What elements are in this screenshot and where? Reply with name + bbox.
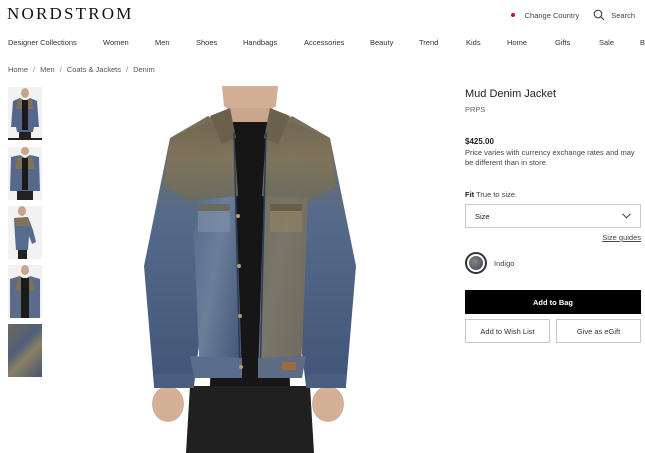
add-to-wishlist-button[interactable]: Add to Wish List — [465, 319, 550, 343]
change-country-link[interactable]: Change Country — [525, 11, 580, 20]
jacket-thumbnail-image — [8, 265, 42, 318]
main-product-image[interactable] — [130, 86, 370, 453]
jacket-thumbnail-image — [8, 87, 42, 138]
fit-info: Fit True to size. — [465, 190, 641, 199]
nav-item-beauty[interactable]: Beauty — [370, 38, 393, 47]
size-dropdown[interactable]: Size — [465, 204, 641, 228]
nav-item-women[interactable]: Women — [103, 38, 129, 47]
nav-item-shoes[interactable]: Shoes — [196, 38, 217, 47]
nav-item-men[interactable]: Men — [155, 38, 170, 47]
jacket-thumbnail-image — [8, 206, 42, 259]
nav-item-kids[interactable]: Kids — [466, 38, 481, 47]
main-navigation: Designer Collections Women Men Shoes Han… — [0, 38, 645, 50]
nav-item-accessories[interactable]: Accessories — [304, 38, 344, 47]
breadcrumb: Home / Men / Coats & Jackets / Denim — [8, 65, 155, 74]
mud-denim-jacket-image — [130, 86, 370, 453]
size-guides-link[interactable]: Size guides — [465, 233, 641, 242]
color-swatch-indigo[interactable] — [465, 252, 487, 274]
nav-item-handbags[interactable]: Handbags — [243, 38, 277, 47]
add-to-bag-button[interactable]: Add to Bag — [465, 290, 641, 314]
breadcrumb-home[interactable]: Home — [8, 65, 28, 74]
jacket-thumbnail-image — [8, 147, 42, 200]
search-icon[interactable] — [593, 9, 605, 21]
breadcrumb-separator: / — [126, 65, 129, 74]
breadcrumb-separator: / — [59, 65, 62, 74]
country-flag-icon — [510, 13, 515, 17]
price-note: Price varies with currency exchange rate… — [465, 148, 635, 167]
product-details-panel: Mud Denim Jacket PRPS $425.00 Price vari… — [465, 86, 641, 343]
thumbnail-side[interactable] — [8, 206, 42, 259]
nav-item-designer-collections[interactable]: Designer Collections — [8, 38, 77, 47]
thumbnail-front[interactable] — [8, 87, 42, 140]
color-swatch-fill — [469, 256, 483, 270]
breadcrumb-men[interactable]: Men — [40, 65, 55, 74]
give-egift-button[interactable]: Give as eGift — [556, 319, 641, 343]
chevron-down-icon — [622, 213, 631, 219]
fit-label: Fit — [465, 190, 475, 199]
site-header: NORDSTROM Change Country Search — [0, 0, 645, 30]
nav-item-gifts[interactable]: Gifts — [555, 38, 570, 47]
thumbnail-front-closeup[interactable] — [8, 147, 42, 200]
product-brand[interactable]: PRPS — [465, 105, 641, 114]
nav-item-trend[interactable]: Trend — [419, 38, 438, 47]
nav-item-sale[interactable]: Sale — [599, 38, 614, 47]
thumbnail-open[interactable] — [8, 265, 42, 318]
breadcrumb-separator: / — [33, 65, 36, 74]
nordstrom-logo[interactable]: NORDSTROM — [7, 4, 134, 24]
product-title: Mud Denim Jacket — [465, 88, 557, 100]
secondary-actions: Add to Wish List Give as eGift — [465, 319, 641, 343]
thumbnail-fabric-detail[interactable] — [8, 324, 42, 377]
fit-value: True to size. — [476, 190, 518, 199]
header-utilities: Change Country Search — [510, 9, 635, 21]
size-dropdown-label: Size — [475, 211, 490, 221]
color-name: Indigo — [494, 258, 515, 268]
breadcrumb-denim[interactable]: Denim — [133, 65, 155, 74]
nav-item-home[interactable]: Home — [507, 38, 527, 47]
product-price: $425.00 — [465, 137, 494, 146]
color-selector: Indigo — [465, 252, 641, 274]
search-link[interactable]: Search — [611, 11, 635, 20]
breadcrumb-coats-jackets[interactable]: Coats & Jackets — [67, 65, 121, 74]
nav-item-more[interactable]: B — [640, 38, 645, 47]
